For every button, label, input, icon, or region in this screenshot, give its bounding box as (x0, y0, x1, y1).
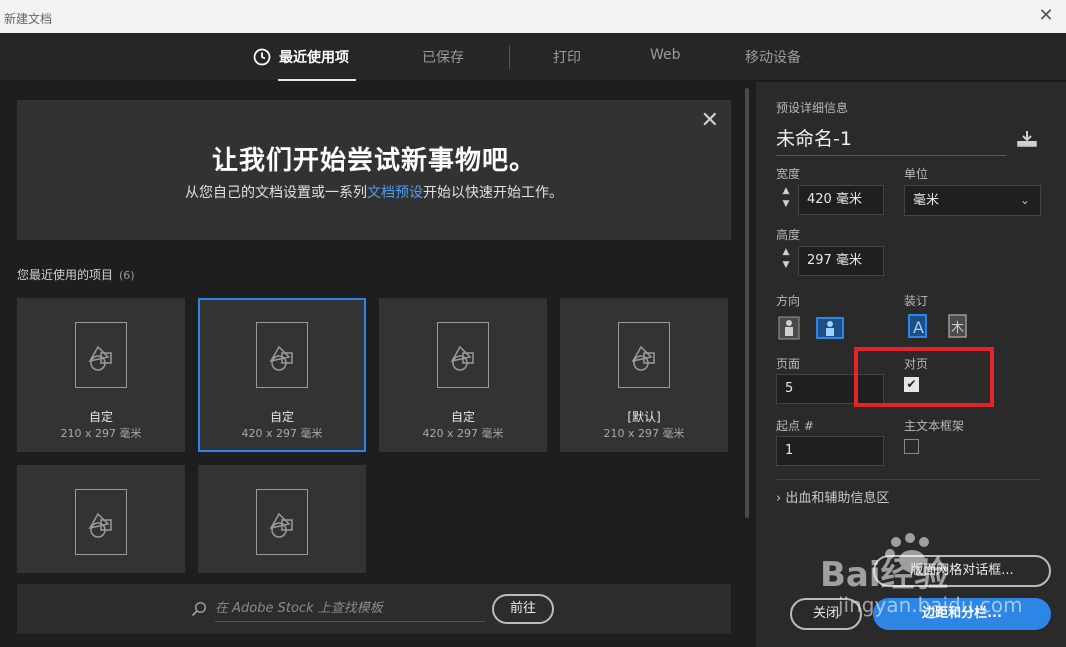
window-title: 新建文档 (4, 12, 53, 26)
document-icon (437, 322, 489, 388)
unit-label: 单位 (904, 167, 929, 181)
highlight-annotation (854, 347, 994, 407)
close-window-icon[interactable]: ✕ (1036, 6, 1056, 26)
chevron-down-icon: ⌄ (1019, 193, 1030, 207)
width-stepper[interactable]: ▲ ▼ (776, 185, 796, 215)
document-icon (256, 322, 308, 388)
start-page-field[interactable]: 1 (776, 436, 884, 466)
window-titlebar: 新建文档 ✕ (0, 0, 1066, 33)
close-button[interactable]: 关闭 (790, 598, 862, 630)
document-presets-link[interactable]: 文档预设 (367, 185, 423, 201)
preset-tabs: 最近使用项 已保存 打印 Web 移动设备 (0, 33, 1066, 81)
recent-item-card[interactable] (17, 465, 185, 573)
tab-saved[interactable]: 已保存 (422, 47, 464, 67)
unit-dropdown[interactable]: 毫米 ⌄ (904, 185, 1041, 216)
primary-text-frame-label: 主文本框架 (904, 419, 965, 433)
document-icon (618, 322, 670, 388)
bleed-slug-toggle[interactable]: › 出血和辅助信息区 (776, 487, 889, 506)
layout-grid-dialog-button[interactable]: 版面网格对话框... (873, 555, 1051, 587)
close-banner-icon[interactable]: ✕ (701, 108, 719, 133)
recent-item-card[interactable]: [默认] 210 x 297 毫米 (560, 298, 728, 452)
portrait-orientation-icon[interactable] (776, 314, 804, 342)
tab-separator (509, 45, 510, 69)
divider (776, 479, 1041, 480)
recent-item-card[interactable]: 自定 210 x 297 毫米 (17, 298, 185, 452)
height-field[interactable]: 297 毫米 (798, 246, 884, 276)
orientation-label: 方向 (776, 294, 801, 308)
recent-items-label: 您最近使用的项目 (6) (17, 268, 135, 282)
search-icon (191, 601, 207, 617)
left-to-right-binding-icon[interactable]: A (904, 312, 932, 340)
document-icon (75, 322, 127, 388)
right-to-left-binding-icon[interactable]: 木 (944, 312, 972, 340)
width-label: 宽度 (776, 167, 801, 181)
document-icon (75, 489, 127, 555)
preset-details-panel: 预设详细信息 未命名-1 宽度 ▲ ▼ 420 毫米 单位 毫米 ⌄ 高度 ▲ ▼ … (755, 82, 1066, 647)
tab-web[interactable]: Web (650, 47, 681, 63)
item-name: [默认] (627, 410, 661, 424)
welcome-banner: ✕ 让我们开始尝试新事物吧。 从您自己的文档设置或一系列文档预设开始以快速开始工… (17, 100, 731, 240)
recent-item-card-selected[interactable]: 自定 420 x 297 毫米 (198, 298, 366, 452)
shapes-icon (269, 345, 293, 371)
margins-columns-button[interactable]: 边距和分栏... (873, 598, 1051, 630)
landscape-orientation-icon[interactable] (816, 314, 844, 342)
document-icon (256, 489, 308, 555)
width-field[interactable]: 420 毫米 (798, 185, 884, 215)
recent-item-card[interactable]: 自定 420 x 297 毫米 (379, 298, 547, 452)
item-size: 210 x 297 毫米 (60, 427, 142, 440)
shapes-icon (88, 345, 112, 371)
shapes-icon (269, 512, 293, 538)
item-size: 210 x 297 毫米 (603, 427, 685, 440)
item-name: 自定 (450, 410, 475, 424)
recent-scrollbar[interactable] (745, 88, 749, 518)
tab-mobile[interactable]: 移动设备 (745, 47, 801, 67)
item-name: 自定 (269, 410, 294, 424)
recent-panel: ✕ 让我们开始尝试新事物吧。 从您自己的文档设置或一系列文档预设开始以快速开始工… (0, 82, 755, 647)
shapes-icon (88, 512, 112, 538)
active-tab-indicator (278, 79, 356, 81)
height-stepper[interactable]: ▲ ▼ (776, 246, 796, 276)
document-name-field[interactable]: 未命名-1 (776, 124, 1006, 156)
stock-search-bar: 前往 (17, 584, 731, 634)
welcome-text: 从您自己的文档设置或一系列文档预设开始以快速开始工作。 (185, 185, 563, 201)
svg-text:木: 木 (951, 321, 964, 336)
stock-search-input[interactable] (215, 596, 485, 622)
pages-label: 页面 (776, 357, 801, 371)
item-name: 自定 (88, 410, 113, 424)
tab-recent[interactable]: 最近使用项 (279, 47, 349, 67)
item-size: 420 x 297 毫米 (241, 427, 323, 440)
shapes-icon (631, 345, 655, 371)
chevron-right-icon: › (776, 491, 782, 506)
item-size: 420 x 297 毫米 (422, 427, 504, 440)
save-preset-icon[interactable] (1016, 130, 1038, 148)
shapes-icon (450, 345, 474, 371)
clock-icon (253, 48, 271, 66)
recent-item-card[interactable] (198, 465, 366, 573)
start-page-label: 起点 # (776, 419, 814, 433)
preset-details-title: 预设详细信息 (776, 101, 849, 115)
binding-label: 装订 (904, 294, 929, 308)
height-label: 高度 (776, 228, 801, 242)
svg-text:A: A (913, 318, 924, 337)
primary-text-frame-checkbox[interactable] (904, 439, 919, 454)
tab-print[interactable]: 打印 (553, 47, 581, 67)
welcome-heading: 让我们开始尝试新事物吧。 (211, 146, 536, 176)
go-button[interactable]: 前往 (492, 594, 554, 624)
recent-count: (6) (119, 269, 135, 282)
